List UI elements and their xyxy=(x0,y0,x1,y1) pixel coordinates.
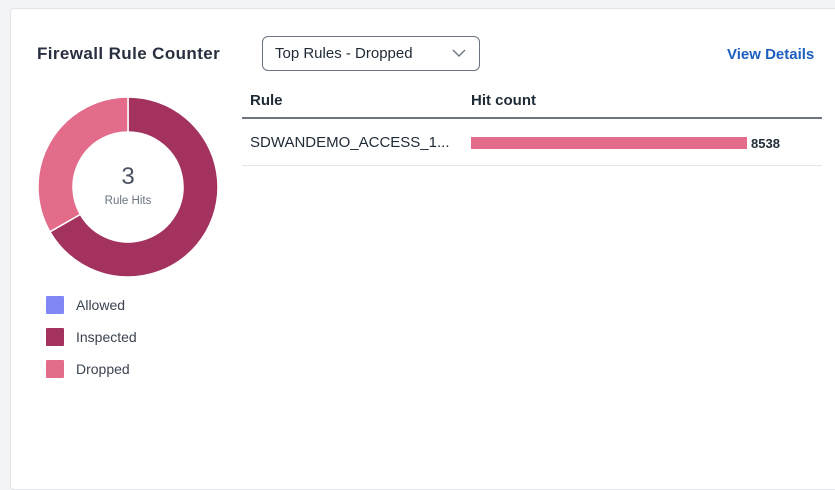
view-details-link[interactable]: View Details xyxy=(727,46,814,63)
donut-segment-dropped[interactable] xyxy=(37,96,129,233)
widget-title: Firewall Rule Counter xyxy=(37,44,221,63)
top-rules-table: Rule Hit count SDWANDEMO_ACCESS_1... 853… xyxy=(242,84,822,166)
donut-total: 3 xyxy=(121,163,134,190)
legend-label: Inspected xyxy=(76,329,137,345)
hit-count-value: 8538 xyxy=(751,135,780,151)
table-header: Rule Hit count xyxy=(242,84,822,119)
donut-label: Rule Hits xyxy=(105,195,152,207)
column-header-hit-count[interactable]: Hit count xyxy=(471,92,822,109)
legend-swatch-inspected xyxy=(46,328,64,346)
column-header-rule[interactable]: Rule xyxy=(242,92,471,109)
legend-label: Allowed xyxy=(76,297,126,313)
rule-filter-dropdown[interactable]: Top Rules - Dropped xyxy=(262,36,480,71)
dropdown-selected-value: Top Rules - Dropped xyxy=(275,45,413,62)
hit-count-bar-track xyxy=(471,137,747,149)
legend-item-allowed[interactable]: Allowed xyxy=(46,289,137,321)
legend-item-inspected[interactable]: Inspected xyxy=(46,321,137,353)
legend-swatch-dropped xyxy=(46,360,64,378)
rule-name-cell: SDWANDEMO_ACCESS_1... xyxy=(250,133,450,151)
legend-label: Dropped xyxy=(76,361,130,377)
legend-item-dropped[interactable]: Dropped xyxy=(46,353,137,385)
hit-count-bar xyxy=(471,137,747,149)
donut-legend: Allowed Inspected Dropped xyxy=(46,289,137,385)
legend-swatch-allowed xyxy=(46,296,64,314)
hit-count-cell: 8538 xyxy=(471,134,822,151)
chevron-down-icon xyxy=(451,46,467,62)
table-row[interactable]: SDWANDEMO_ACCESS_1... 8538 xyxy=(242,119,822,166)
rule-hits-donut: 3 Rule Hits xyxy=(37,96,219,278)
